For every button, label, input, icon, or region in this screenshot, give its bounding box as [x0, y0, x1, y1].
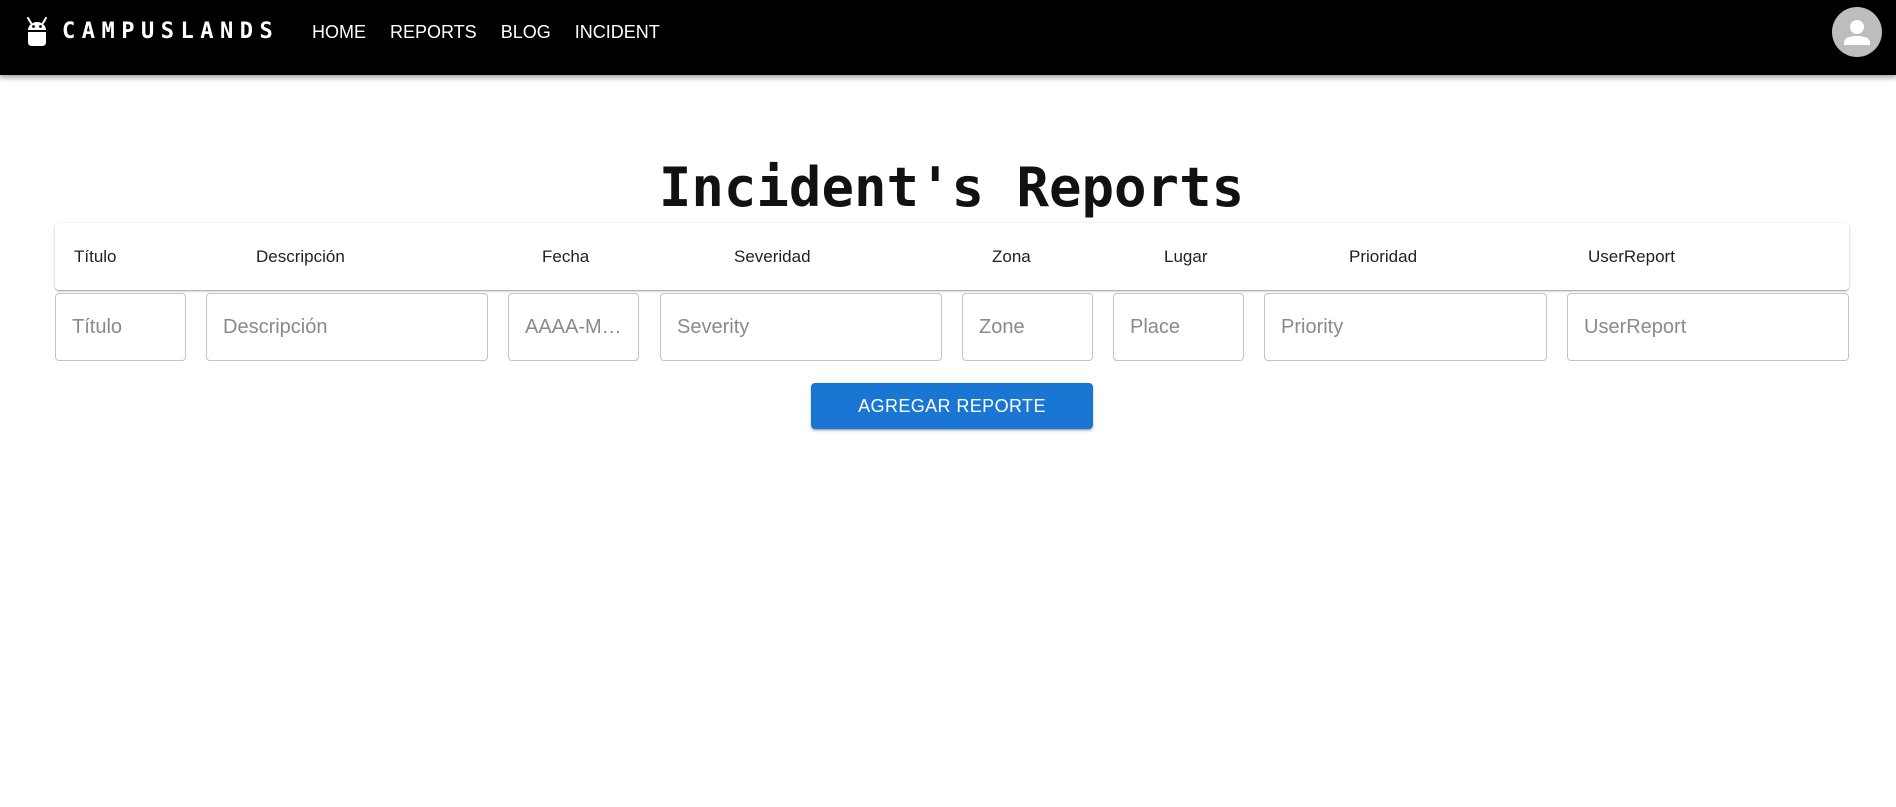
userreport-field	[1567, 293, 1849, 361]
column-header-fecha: Fecha	[542, 247, 590, 266]
userreport-input[interactable]	[1568, 294, 1848, 360]
column-header-lugar: Lugar	[1164, 247, 1208, 266]
priority-field	[1264, 293, 1547, 361]
zone-field	[962, 293, 1093, 361]
descripcion-field	[206, 293, 488, 361]
zone-input[interactable]	[963, 294, 1092, 360]
severity-field	[660, 293, 942, 361]
nav-blog[interactable]: BLOG	[489, 19, 563, 45]
column-header-userreport: UserReport	[1588, 247, 1675, 266]
person-icon	[1832, 20, 1882, 57]
place-input[interactable]	[1114, 294, 1243, 360]
severity-input[interactable]	[661, 294, 941, 360]
add-report-button[interactable]: AGREGAR REPORTE	[811, 383, 1093, 429]
column-header-descripcion: Descripción	[256, 247, 345, 266]
priority-input[interactable]	[1265, 294, 1546, 360]
app-bar: CAMPUSLANDS HOME REPORTS BLOG INCIDENT	[0, 0, 1896, 75]
main-nav: HOME REPORTS BLOG INCIDENT	[300, 19, 672, 45]
nav-home[interactable]: HOME	[300, 19, 378, 45]
nav-reports[interactable]: REPORTS	[378, 19, 489, 45]
descripcion-input[interactable]	[207, 294, 487, 360]
column-header-zona: Zona	[992, 247, 1031, 266]
table-header: Título Descripción Fecha Severidad Zona …	[55, 223, 1849, 290]
page-title: Incident's Reports	[658, 156, 1245, 219]
titulo-input[interactable]	[56, 294, 185, 360]
android-icon	[25, 17, 49, 47]
fecha-input[interactable]	[509, 294, 638, 360]
column-header-prioridad: Prioridad	[1349, 247, 1418, 266]
titulo-field	[55, 293, 186, 361]
column-header-severidad: Severidad	[734, 247, 811, 266]
fecha-field	[508, 293, 639, 361]
avatar[interactable]	[1832, 7, 1882, 57]
column-header-titulo: Título	[74, 247, 117, 266]
place-field	[1113, 293, 1244, 361]
nav-incident[interactable]: INCIDENT	[563, 19, 672, 45]
brand-name[interactable]: CAMPUSLANDS	[62, 18, 279, 46]
